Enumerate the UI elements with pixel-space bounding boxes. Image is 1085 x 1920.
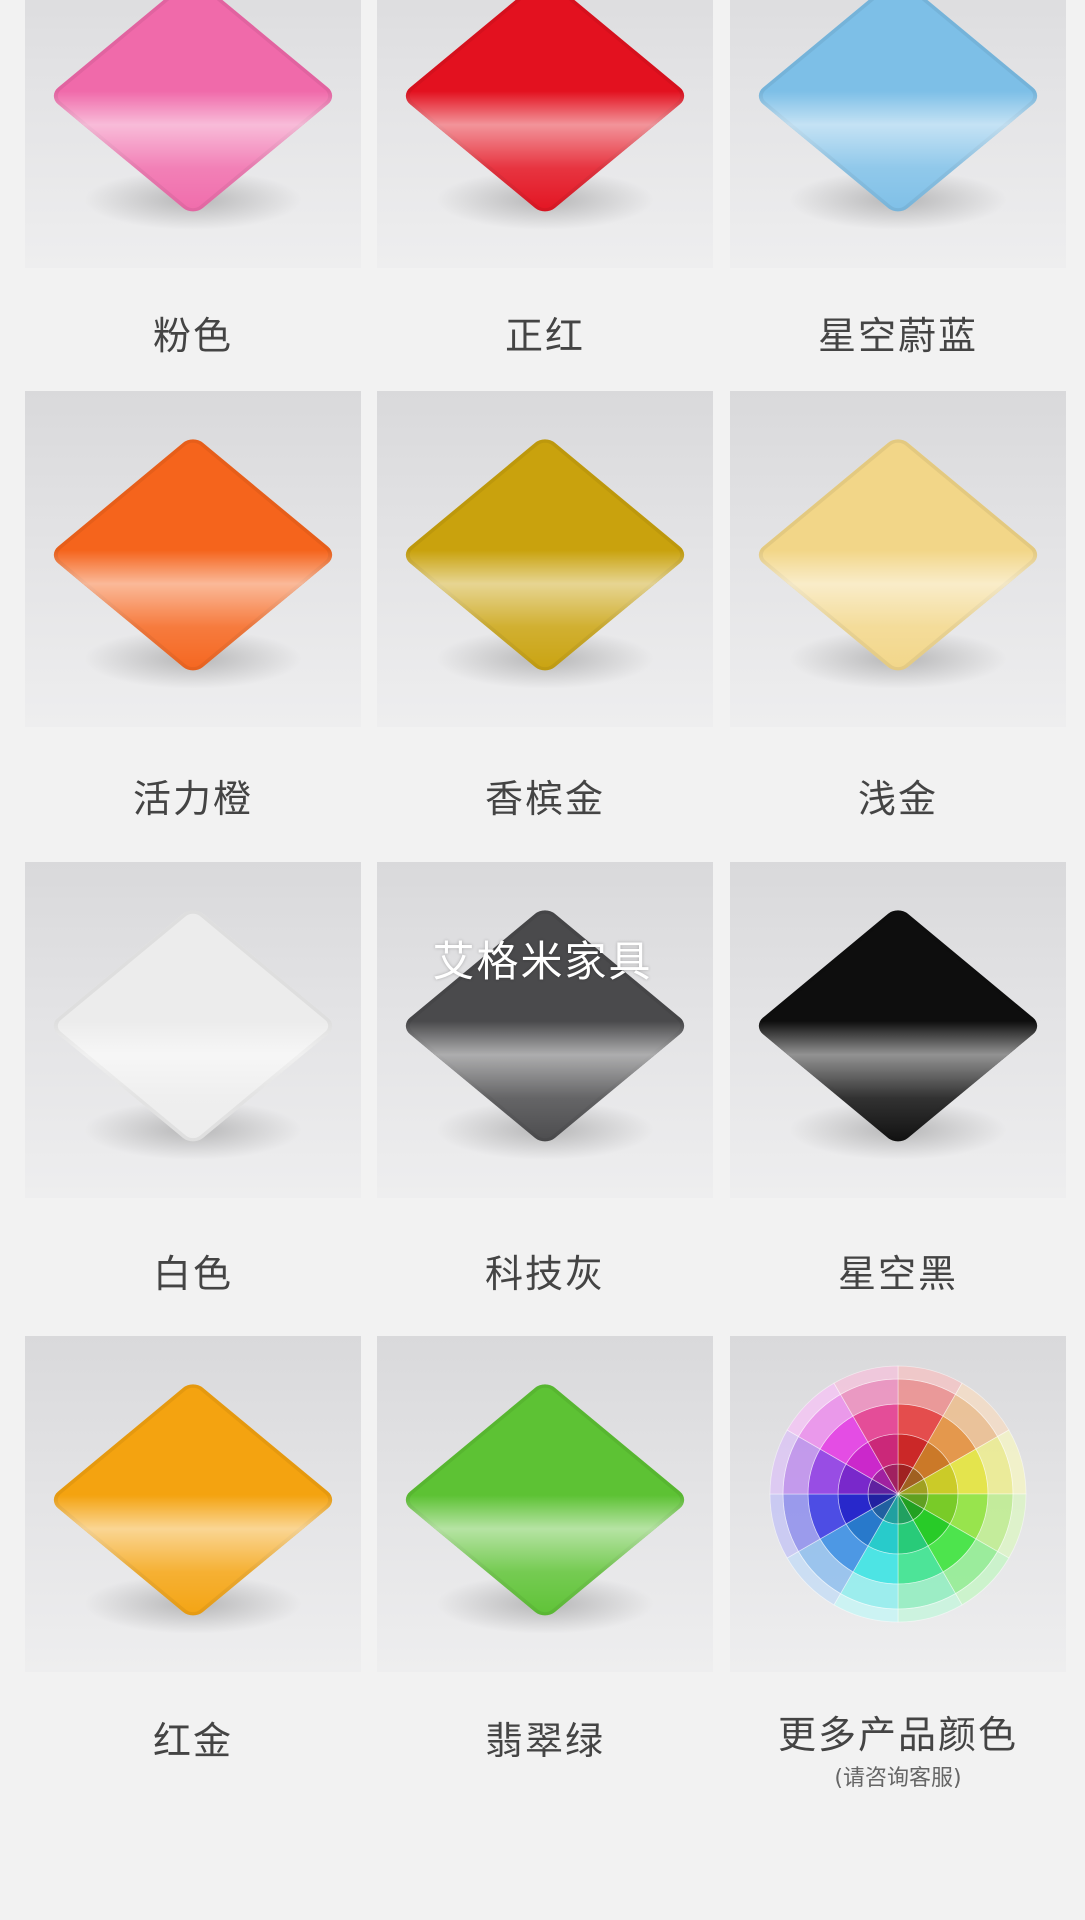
swatch-tile <box>377 1336 713 1672</box>
swatch-label: 翡翠绿 <box>484 1719 605 1763</box>
swatch-tile <box>377 391 713 727</box>
swatch-label: 红金 <box>152 1719 233 1763</box>
color-wheel-icon <box>769 1365 1027 1623</box>
swatch-tile <box>25 1336 361 1672</box>
more-colors-sublabel: (请咨询客服) <box>834 1766 962 1791</box>
swatch-label: 活力橙 <box>132 777 253 821</box>
swatch-label: 粉色 <box>152 314 233 358</box>
swatch-tile <box>730 391 1066 727</box>
more-colors-label: 更多产品颜色 <box>777 1713 1018 1757</box>
swatch-label: 香槟金 <box>484 777 605 821</box>
swatch-tile <box>377 862 713 1198</box>
color-swatch <box>400 434 690 676</box>
swatch-tile <box>25 0 361 268</box>
color-swatch <box>48 1379 338 1621</box>
color-swatch <box>400 0 690 217</box>
swatch-tile <box>377 0 713 268</box>
color-grid: 粉色 正红 星空蔚蓝 活力橙 香槟金 浅金 白色 科技灰 星空黑 红金 翡翠绿 … <box>0 0 1085 1920</box>
swatch-label: 星空黑 <box>837 1252 958 1296</box>
swatch-tile <box>730 862 1066 1198</box>
swatch-tile <box>25 391 361 727</box>
swatch-label: 白色 <box>152 1252 233 1296</box>
color-swatch <box>48 434 338 676</box>
color-swatch <box>400 1379 690 1621</box>
more-colors-tile <box>730 1336 1066 1672</box>
color-swatch <box>753 0 1043 217</box>
swatch-tile <box>25 862 361 1198</box>
swatch-label: 科技灰 <box>484 1252 605 1296</box>
swatch-label: 浅金 <box>857 777 938 821</box>
swatch-tile <box>730 0 1066 268</box>
color-swatch <box>48 0 338 217</box>
color-swatch <box>753 434 1043 676</box>
swatch-label: 星空蔚蓝 <box>817 314 978 358</box>
swatch-label: 正红 <box>504 314 585 358</box>
watermark: 艾格米家具 <box>432 937 653 986</box>
